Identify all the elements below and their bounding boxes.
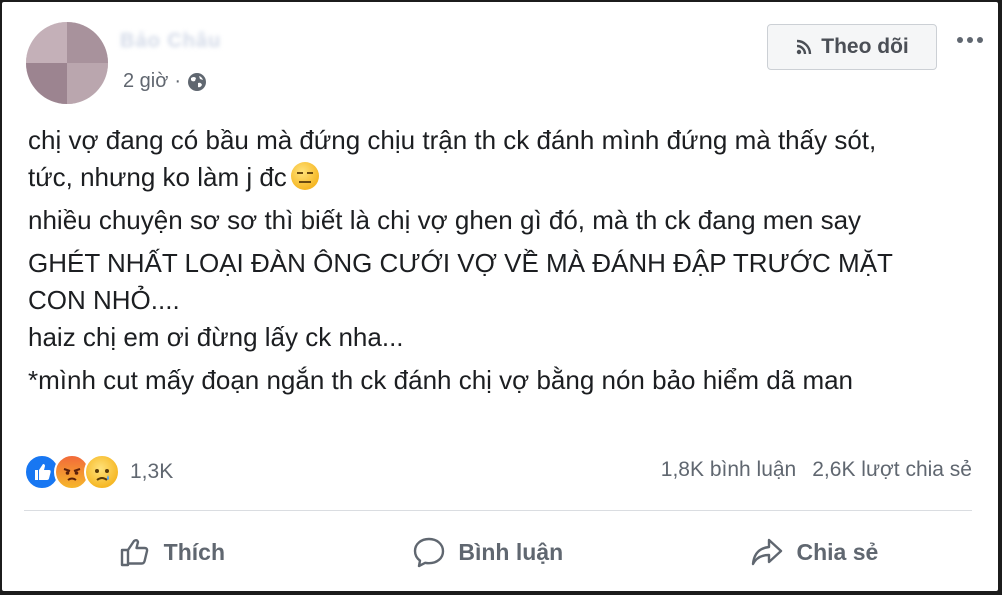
follow-button[interactable]: Theo dõi xyxy=(767,24,937,70)
post-meta: 2 giờ · xyxy=(123,70,207,93)
avatar-pixel-block xyxy=(67,63,108,104)
post-line: CON NHỎ.... xyxy=(28,285,180,315)
comment-button[interactable]: Bình luận xyxy=(396,529,579,575)
post-time[interactable]: 2 giờ xyxy=(123,70,168,93)
avatar-pixel-block xyxy=(26,63,67,104)
like-button[interactable]: Thích xyxy=(102,529,241,575)
avatar-pixel-block xyxy=(67,22,108,63)
more-options-icon[interactable] xyxy=(950,28,990,52)
sad-icon xyxy=(84,454,120,490)
post-card: Bảo Châu 2 giờ · Theo dõi chị vợ đang có… xyxy=(2,2,998,591)
post-line: chị vợ đang có bầu mà đứng chịu trận th … xyxy=(28,125,877,155)
comment-count[interactable]: 1,8K bình luận xyxy=(661,458,796,482)
reaction-summary[interactable]: 1,3K xyxy=(24,454,173,490)
post-line: tức, nhưng ko làm j đc xyxy=(28,159,978,196)
comment-label: Bình luận xyxy=(458,538,564,565)
rss-icon xyxy=(797,39,812,55)
comment-icon xyxy=(414,537,445,568)
follow-label: Theo dõi xyxy=(821,35,909,58)
divider xyxy=(24,510,972,511)
globe-icon[interactable] xyxy=(187,72,207,92)
post-content: chị vợ đang có bầu mà đứng chịu trận th … xyxy=(28,122,978,399)
like-label: Thích xyxy=(163,538,226,565)
avatar-pixel-block xyxy=(26,22,67,63)
avatar[interactable] xyxy=(26,22,108,104)
share-arrow-icon xyxy=(752,538,783,566)
post-line: nhiều chuyện sơ sơ thì biết là chị vợ gh… xyxy=(28,205,862,235)
meta-separator: · xyxy=(174,70,182,92)
author-name[interactable]: Bảo Châu xyxy=(120,30,221,52)
post-line: GHÉT NHẤT LOẠI ĐÀN ÔNG CƯỚI VỢ VỀ MÀ ĐÁN… xyxy=(28,248,893,278)
thumbs-up-icon xyxy=(120,539,148,567)
reaction-count: 1,3K xyxy=(130,460,174,483)
share-button[interactable]: Chia sẻ xyxy=(734,529,894,575)
action-bar: Thích Bình luận Chia sẻ xyxy=(24,522,972,582)
post-line: *mình cut mấy đoạn ngắn th ck đánh chị v… xyxy=(28,365,854,395)
engagement-stats: 1,8K bình luận 2,6K lượt chia sẻ xyxy=(661,458,972,482)
post-line: haiz chị em ơi đừng lấy ck nha... xyxy=(28,322,404,352)
share-label: Chia sẻ xyxy=(796,538,879,565)
expressionless-face-icon xyxy=(290,162,319,190)
share-count[interactable]: 2,6K lượt chia sẻ xyxy=(812,458,972,482)
